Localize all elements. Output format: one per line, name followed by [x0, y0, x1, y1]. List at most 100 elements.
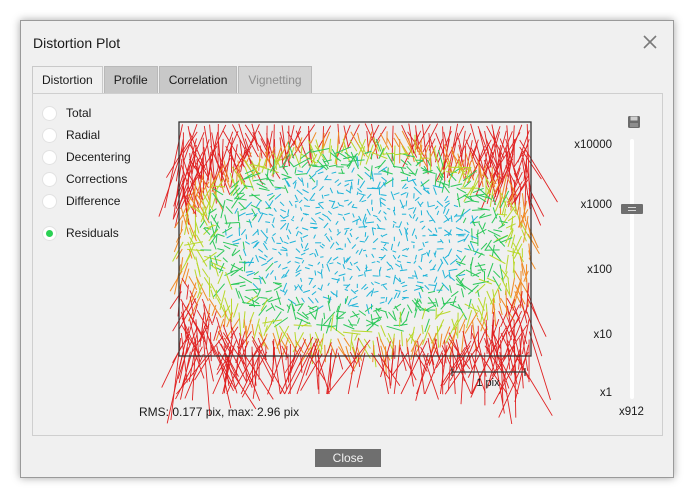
residual-vector	[415, 168, 418, 175]
tab-correlation[interactable]: Correlation	[158, 66, 238, 93]
residual-vector	[279, 236, 284, 243]
residual-vector	[393, 192, 400, 196]
residual-vector	[471, 208, 487, 211]
residual-vector	[329, 242, 335, 249]
residual-vector	[271, 236, 275, 243]
residual-vector	[404, 186, 409, 190]
residual-vector	[376, 260, 380, 263]
residual-vector	[258, 187, 270, 191]
residual-vector	[383, 243, 387, 247]
residual-vector	[320, 256, 324, 258]
residual-vector	[328, 138, 332, 153]
residual-vector	[358, 248, 363, 256]
residual-vector	[355, 249, 359, 254]
residual-vector	[196, 262, 201, 273]
residual-vector	[211, 240, 217, 250]
residual-vector	[280, 222, 287, 230]
residual-vector	[315, 248, 319, 257]
close-button[interactable]: Close	[315, 449, 381, 467]
residual-vector	[370, 288, 375, 297]
scale-slider-thumb[interactable]	[621, 204, 643, 214]
residual-vector	[337, 202, 341, 207]
residual-vector	[353, 261, 359, 265]
residual-vector	[282, 282, 288, 292]
close-icon[interactable]	[641, 33, 659, 51]
residual-vector	[330, 236, 333, 241]
residual-vector	[318, 201, 324, 204]
residual-vector	[321, 194, 324, 199]
residual-vector	[414, 270, 418, 280]
residual-vector	[366, 193, 372, 199]
residual-vector	[238, 312, 242, 336]
residual-vector	[222, 226, 233, 234]
residual-vector	[211, 185, 225, 188]
residual-vector	[406, 338, 408, 352]
residual-vector	[331, 171, 337, 174]
residual-vector	[427, 228, 433, 233]
residual-vector	[376, 336, 389, 395]
residual-vector	[370, 314, 374, 327]
residual-vector	[256, 200, 262, 208]
residual-vector	[364, 269, 372, 272]
tab-profile[interactable]: Profile	[103, 66, 158, 93]
residual-vector	[268, 194, 275, 201]
residual-vector	[320, 333, 325, 354]
residual-vector	[366, 208, 371, 216]
residual-vector	[303, 205, 310, 207]
residual-vector	[255, 254, 259, 263]
residual-vector	[400, 191, 407, 196]
scale-label-10: x10	[593, 329, 612, 341]
residual-vector	[510, 278, 515, 297]
residual-vector	[343, 257, 346, 264]
residual-vector	[252, 289, 258, 294]
residual-vector	[424, 241, 429, 244]
residual-vector	[325, 235, 331, 242]
residual-vector	[336, 277, 340, 284]
residual-vector	[445, 200, 450, 204]
residual-vector	[265, 262, 274, 272]
residual-vector	[300, 217, 304, 222]
residual-vector	[392, 220, 397, 224]
residual-vector	[482, 222, 486, 230]
residual-vector	[284, 346, 301, 374]
residual-vector	[424, 284, 430, 290]
residual-vector	[400, 263, 403, 270]
residual-vector	[399, 311, 402, 327]
residual-vector	[308, 264, 314, 267]
residual-vector	[354, 333, 359, 341]
scale-slider-track[interactable]	[630, 139, 634, 399]
scale-bar-label: 1 pix	[476, 377, 500, 389]
residual-vector	[343, 199, 349, 202]
residual-vector	[406, 192, 409, 198]
residual-vector	[295, 265, 301, 272]
residual-vector	[317, 261, 321, 265]
residual-vector	[402, 130, 422, 168]
residual-vector	[202, 206, 205, 222]
tab-distortion[interactable]: Distortion	[32, 66, 103, 95]
residual-vector	[258, 256, 267, 261]
residual-vector	[497, 289, 501, 304]
residual-vector	[491, 195, 497, 206]
residual-vector	[217, 271, 224, 285]
residual-vector	[260, 229, 268, 238]
residual-vector	[471, 200, 480, 203]
residual-vector	[314, 306, 319, 320]
residual-vector	[374, 281, 380, 285]
residual-vector	[456, 193, 461, 208]
residual-vector	[302, 234, 309, 238]
residual-vector	[310, 222, 317, 225]
residual-vector	[323, 194, 330, 197]
save-icon[interactable]	[627, 115, 641, 129]
residual-vector	[505, 254, 509, 273]
residual-vector	[274, 260, 278, 263]
residual-vector	[304, 267, 310, 270]
residual-vector	[475, 283, 486, 294]
residual-vector	[244, 241, 250, 245]
residual-vector	[456, 187, 467, 194]
residual-vector	[402, 247, 408, 252]
residual-vector	[372, 345, 375, 363]
residual-vector	[347, 237, 351, 244]
residual-vector	[280, 208, 287, 213]
residual-vector	[359, 180, 366, 189]
residual-vector	[294, 261, 300, 264]
